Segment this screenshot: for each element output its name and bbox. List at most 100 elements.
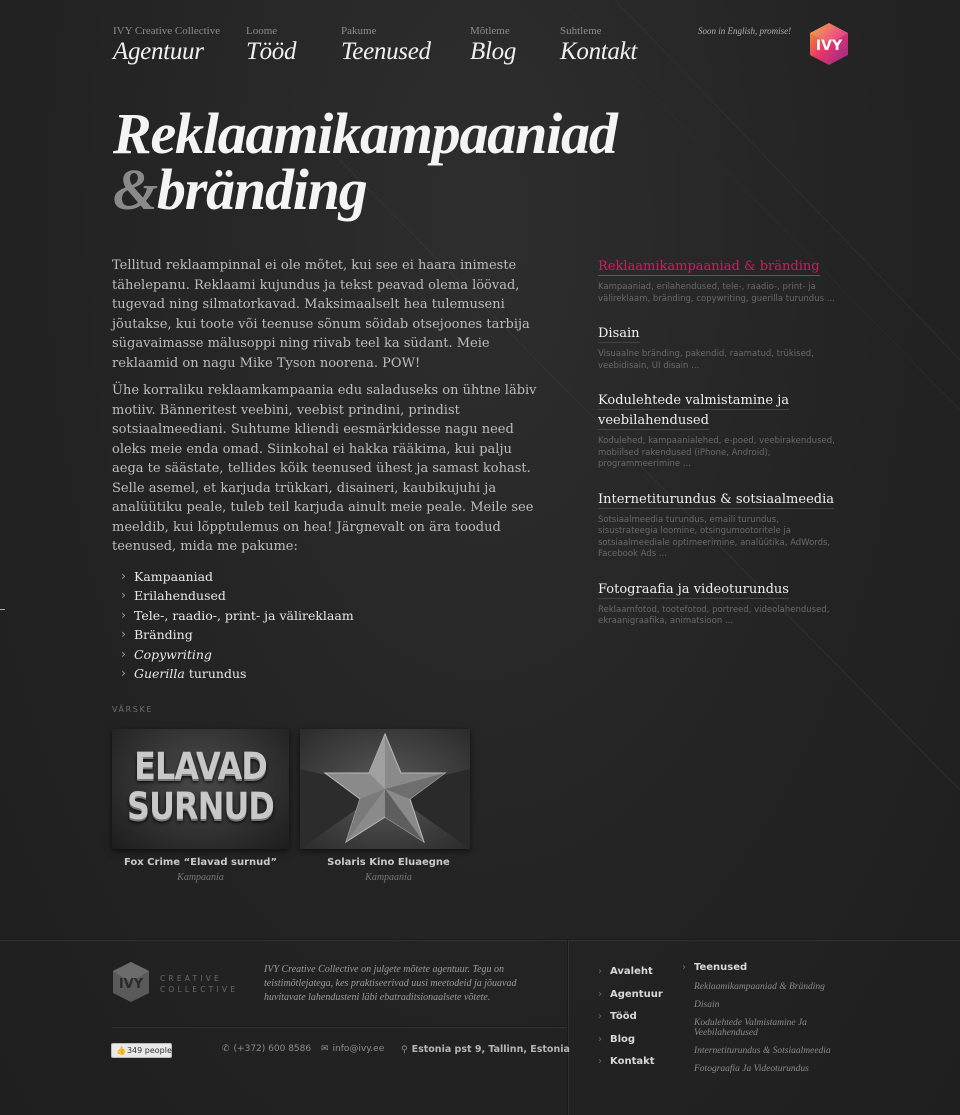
footer-logo-text: IVY (119, 977, 144, 992)
page-title-line2: bränding (156, 157, 368, 222)
footer-nav-avaleht[interactable]: Avaleht (598, 961, 663, 984)
sidebar-desc: Kampaaniad, erilahendused, tele-, raadio… (598, 282, 835, 304)
sidebar-link-fotograafia[interactable]: Fotograafia ja videoturundus (598, 581, 789, 599)
services-sidebar: Reklaamikampaaniad & bränding Kampaaniad… (598, 255, 838, 645)
nav-blog-label: Blog (470, 38, 517, 65)
sidebar-link-internetiturundus[interactable]: Internetiturundus & sotsiaalmeedia (598, 491, 834, 509)
thumb-text-1: ELAVAD (134, 745, 268, 788)
nav-agentuur[interactable]: IVY Creative Collective Agentuur (113, 24, 220, 66)
footer-service-link[interactable]: Fotograafia Ja Videoturundus (694, 1064, 832, 1074)
work-category: Kampaania (365, 872, 412, 883)
nav-agentuur-label: Agentuur (113, 38, 204, 65)
ivy-logo[interactable]: IVY (808, 22, 850, 66)
work-caption: Solaris Kino Eluaegne Kampaania (300, 857, 477, 883)
thumb-text-2: SURNUD (127, 785, 275, 828)
ivy-logo-icon: IVY (810, 23, 848, 65)
footer-service-link[interactable]: Kodulehtede Valmistamine Ja Veebilahendu… (694, 1018, 832, 1038)
footer-logo-subtitle: CREATIVE COLLECTIVE (160, 973, 238, 995)
intro-paragraph-2: Ühe korraliku reklaamkampaania edu salad… (112, 383, 537, 554)
work-title: Fox Crime “Elavad surnud” (123, 857, 278, 868)
services-list: Kampaaniad Erilahendused Tele-, raadio-,… (112, 566, 537, 684)
star-icon (300, 732, 470, 849)
contact-email[interactable]: ✉ info@ivy.ee (321, 1044, 384, 1054)
footer-nav-kontakt[interactable]: Kontakt (598, 1051, 663, 1074)
sidebar-item-disain: Disain Visuaalne bränding, pakendid, raa… (598, 322, 838, 372)
list-item: Bränding (112, 624, 537, 645)
footer-nav-tood[interactable]: Tööd (598, 1006, 663, 1029)
nav-teenused-label: Teenused (341, 38, 431, 65)
footer-service-link[interactable]: Reklaamikampaaniad & Bränding (694, 982, 832, 992)
sidebar-item-internetiturundus: Internetiturundus & sotsiaalmeedia Sotsi… (598, 488, 838, 561)
list-item: Kampaaniad (112, 566, 537, 587)
mail-icon: ✉ (321, 1044, 329, 1054)
list-item-text: Copywriting (134, 646, 212, 662)
work-thumbnail-solaris[interactable] (300, 729, 470, 849)
work-thumbnail-elavad-surnud[interactable]: ELAVAD SURNUD (112, 729, 289, 849)
sidebar-item-fotograafia: Fotograafia ja videoturundus Reklaamfoto… (598, 578, 838, 628)
footer-service-link[interactable]: Internetiturundus & Sotsiaalmeedia (694, 1046, 832, 1056)
english-link[interactable]: Soon in English, promise! (698, 26, 791, 36)
footer-services-title[interactable]: Teenused (682, 961, 832, 975)
address-text: Estonia pst 9, Tallinn, Estonia (411, 1044, 570, 1055)
footer-services: Teenused Reklaamikampaaniad & Bränding D… (682, 961, 832, 1082)
nav-tood-label: Tööd (246, 38, 297, 65)
sidebar-item-kodulehed: Kodulehtede valmistamine ja veebilahendu… (598, 389, 838, 471)
footer-nav: Avaleht Agentuur Tööd Blog Kontakt (598, 961, 663, 1074)
list-item: Guerilla turundus (112, 663, 537, 684)
list-item-text: Kampaaniad (134, 568, 214, 584)
footer-logo: IVY (111, 961, 151, 1003)
phone-icon: ✆ (222, 1044, 230, 1054)
nav-teenused[interactable]: Pakume Teenused (341, 24, 431, 66)
list-item-text: turundus (184, 666, 247, 681)
sidebar-link-kodulehed[interactable]: Kodulehtede valmistamine ja veebilahendu… (598, 393, 790, 430)
list-item: Erilahendused (112, 585, 537, 606)
footer-services-list: Reklaamikampaaniad & Bränding Disain Kod… (682, 982, 832, 1074)
list-item-em: Guerilla (134, 666, 185, 681)
sidebar-desc: Reklaamfotod, tootefotod, portreed, vide… (598, 604, 830, 627)
nav-tood-small: Loome (246, 25, 278, 37)
footer-divider (0, 939, 960, 940)
list-item: Copywriting (112, 644, 537, 665)
fresh-label: VÄRSKE (112, 705, 153, 714)
page-title: Reklaamikampaaniad &bränding (113, 105, 618, 219)
intro-paragraph-1: Tellitud reklaampinnal ei ole mõtet, kui… (112, 258, 530, 371)
footer-logo-sub2: COLLECTIVE (160, 985, 239, 994)
edge-marker (0, 609, 5, 610)
footer-logo-icon: IVY (113, 962, 149, 1002)
footer-nav-agentuur[interactable]: Agentuur (598, 984, 663, 1007)
sidebar-desc: Visuaalne bränding, pakendid, raamatud, … (598, 349, 814, 371)
footer-inner-divider (112, 1026, 567, 1027)
nav-kontakt[interactable]: Suhtleme Kontakt (560, 24, 637, 66)
phone-text: (+372) 600 8586 (233, 1044, 312, 1054)
sidebar-desc: Sotsiaalmeedia turundus, emaili turundus… (598, 514, 831, 560)
contact-phone: ✆ (+372) 600 8586 (222, 1044, 311, 1054)
nav-agentuur-small: IVY Creative Collective (113, 25, 221, 37)
email-text: info@ivy.ee (332, 1044, 385, 1054)
sidebar-link-disain[interactable]: Disain (598, 326, 640, 343)
footer-nav-blog[interactable]: Blog (598, 1029, 663, 1052)
footer-service-link[interactable]: Disain (694, 1000, 832, 1010)
sidebar-item-reklaam: Reklaamikampaaniad & bränding Kampaaniad… (598, 255, 838, 305)
location-pin-icon: ⚲ (401, 1045, 408, 1055)
work-title: Solaris Kino Eluaegne (327, 857, 450, 868)
nav-teenused-small: Pakume (341, 25, 377, 37)
nav-kontakt-small: Suhtleme (560, 25, 602, 37)
work-caption: Fox Crime “Elavad surnud” Kampaania (112, 857, 289, 883)
footer-vertical-divider (567, 940, 568, 1115)
intro-text: Tellitud reklaampinnal ei ole mõtet, kui… (112, 256, 537, 684)
nav-blog[interactable]: Mõtleme Blog (470, 24, 516, 66)
sidebar-desc: Kodulehed, kampaanialehed, e-poed, veebi… (598, 436, 835, 469)
list-item: Tele-, raadio-, print- ja välireklaam (112, 605, 537, 626)
list-item-text: Tele-, raadio-, print- ja välireklaam (134, 607, 354, 623)
nav-tood[interactable]: Loome Tööd (246, 24, 297, 66)
sidebar-link-reklaam[interactable]: Reklaamikampaaniad & bränding (598, 259, 820, 276)
thumbs-up-icon: 👍 (116, 1046, 126, 1055)
work-category: Kampaania (177, 872, 224, 883)
footer-about: IVY Creative Collective on julgete mõtet… (264, 964, 517, 1003)
list-item-text: Bränding (134, 627, 193, 642)
page-title-amp: & (113, 157, 158, 222)
nav-kontakt-label: Kontakt (560, 38, 638, 65)
logo-text: IVY (816, 38, 843, 54)
list-item-text: Erilahendused (134, 588, 226, 603)
facebook-like-button[interactable]: 👍349 people (111, 1043, 172, 1058)
